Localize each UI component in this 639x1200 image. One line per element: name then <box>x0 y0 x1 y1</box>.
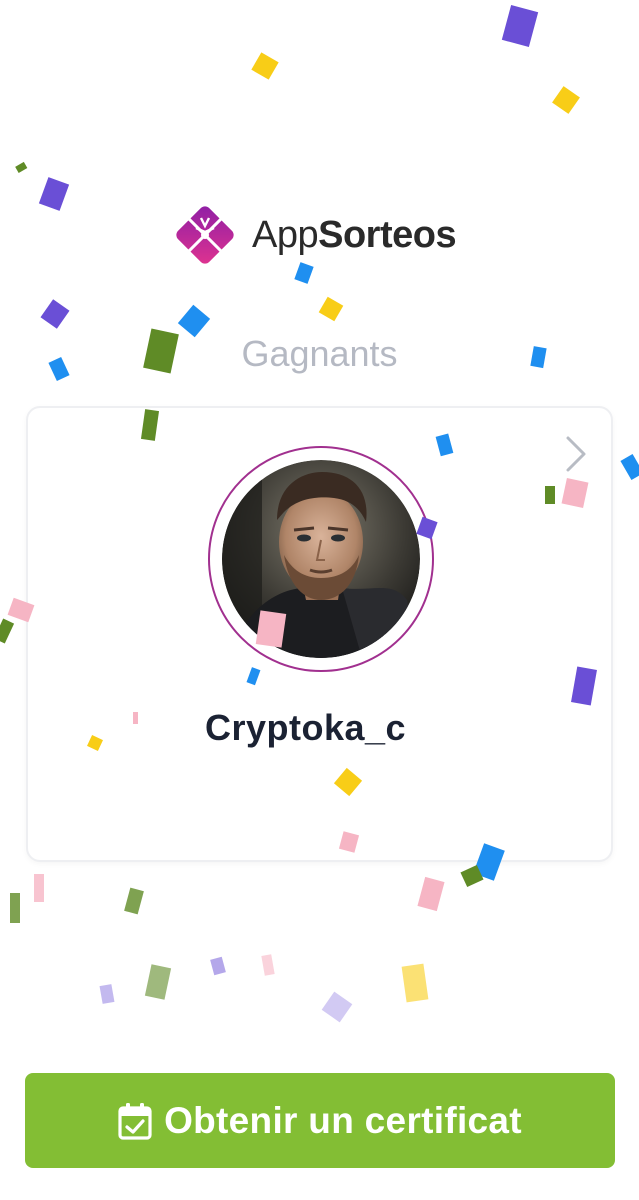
confetti-piece <box>210 956 226 976</box>
confetti-piece <box>34 874 44 902</box>
winner-card[interactable]: Cryptoka_c <box>26 406 613 862</box>
confetti-piece <box>251 52 279 80</box>
app-logo: AppSorteos <box>168 198 457 272</box>
get-certificate-label: Obtenir un certificat <box>164 1099 522 1141</box>
winner-username: Cryptoka_c <box>204 707 407 748</box>
draw-result-screen: AppSorteos Gagnants Cryptoka_c Obtenir u… <box>0 0 639 1200</box>
gift-icon <box>176 206 234 264</box>
confetti-piece <box>40 299 70 329</box>
app-name-bold: Sorteos <box>318 214 457 256</box>
confetti-piece <box>15 161 28 173</box>
confetti-piece <box>144 964 172 1000</box>
confetti-piece <box>460 864 484 888</box>
app-name: AppSorteos <box>252 214 457 256</box>
get-certificate-button[interactable]: Obtenir un certificat <box>25 1073 615 1168</box>
confetti-piece <box>552 86 580 114</box>
confetti-piece <box>417 876 445 912</box>
confetti-piece <box>99 984 115 1004</box>
calendar-check-icon <box>118 1102 152 1140</box>
confetti-piece <box>124 887 144 915</box>
confetti-piece <box>401 963 429 1003</box>
confetti-piece <box>321 991 353 1023</box>
confetti-piece <box>0 618 15 644</box>
confetti-piece <box>501 4 539 48</box>
confetti-piece <box>620 453 639 481</box>
avatar[interactable] <box>222 460 420 658</box>
confetti-piece <box>10 893 20 923</box>
winners-heading: Gagnants <box>241 333 398 374</box>
app-name-light: App <box>252 214 319 256</box>
chevron-right-icon[interactable] <box>563 434 589 474</box>
confetti-piece <box>318 296 344 322</box>
confetti-piece <box>38 177 70 211</box>
confetti-piece <box>261 954 275 976</box>
avatar-ring <box>208 446 434 672</box>
